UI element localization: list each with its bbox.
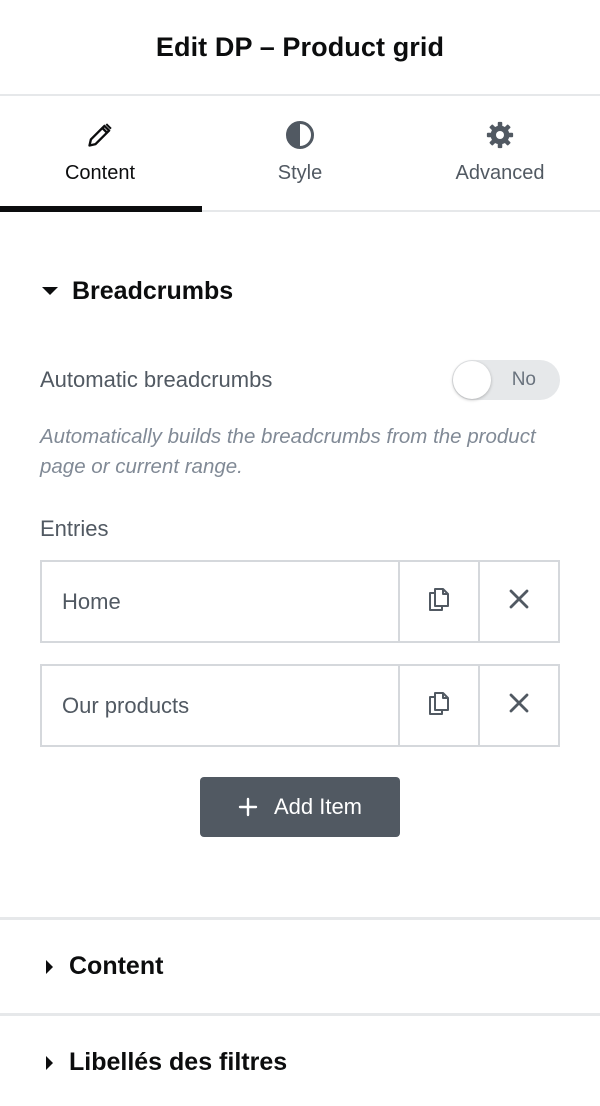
contrast-icon [285,120,315,150]
switch-state-text: No [511,369,536,390]
add-item-label: Add Item [273,794,363,819]
tab-style-label: Style [277,162,323,184]
switch-knob [453,361,491,399]
content-section-title: Content [69,952,164,980]
plus-icon [238,797,258,817]
repeater-item: Our products [40,664,560,747]
breadcrumbs-section: Breadcrumbs Automatic breadcrumbs No Aut… [0,212,600,837]
automatic-breadcrumbs-control: Automatic breadcrumbs No [40,360,560,400]
close-icon [508,692,530,719]
entries-label: Entries [40,516,109,541]
tab-advanced-label: Advanced [455,162,545,184]
filter-labels-section-title: Libellés des filtres [69,1048,288,1076]
duplicate-button[interactable] [398,666,478,745]
breadcrumbs-section-toggle[interactable]: Breadcrumbs [40,274,560,308]
content-section-toggle[interactable]: Content [0,917,600,1013]
panel-title: Edit DP – Product grid [155,31,445,62]
caret-right-icon [46,959,53,974]
close-icon [508,588,530,615]
filter-labels-section-toggle[interactable]: Libellés des filtres [0,1013,600,1106]
add-item-button[interactable]: Add Item [200,777,400,837]
tab-advanced[interactable]: Advanced [400,96,600,210]
panel-header: Edit DP – Product grid [0,0,600,96]
gear-icon [485,120,515,150]
remove-button[interactable] [478,562,558,641]
repeater-item-title[interactable]: Our products [42,666,398,745]
tab-content-label: Content [64,162,136,184]
automatic-breadcrumbs-description: Automatically builds the breadcrumbs fro… [40,425,536,478]
repeater-item: Home [40,560,560,643]
tab-style[interactable]: Style [200,96,400,210]
remove-button[interactable] [478,666,558,745]
repeater-item-title[interactable]: Home [42,562,398,641]
duplicate-button[interactable] [398,562,478,641]
tab-content[interactable]: Content [0,96,202,212]
automatic-breadcrumbs-switch[interactable]: No [452,360,560,400]
automatic-breadcrumbs-label: Automatic breadcrumbs [40,367,273,392]
panel-tabs: Content Style Advanced [0,96,600,212]
pencil-icon [85,120,115,150]
caret-down-icon [42,287,58,295]
copy-icon [427,586,451,617]
caret-right-icon [46,1055,53,1070]
breadcrumbs-section-title: Breadcrumbs [72,276,234,305]
add-item-wrapper: Add Item [40,777,560,837]
copy-icon [427,690,451,721]
